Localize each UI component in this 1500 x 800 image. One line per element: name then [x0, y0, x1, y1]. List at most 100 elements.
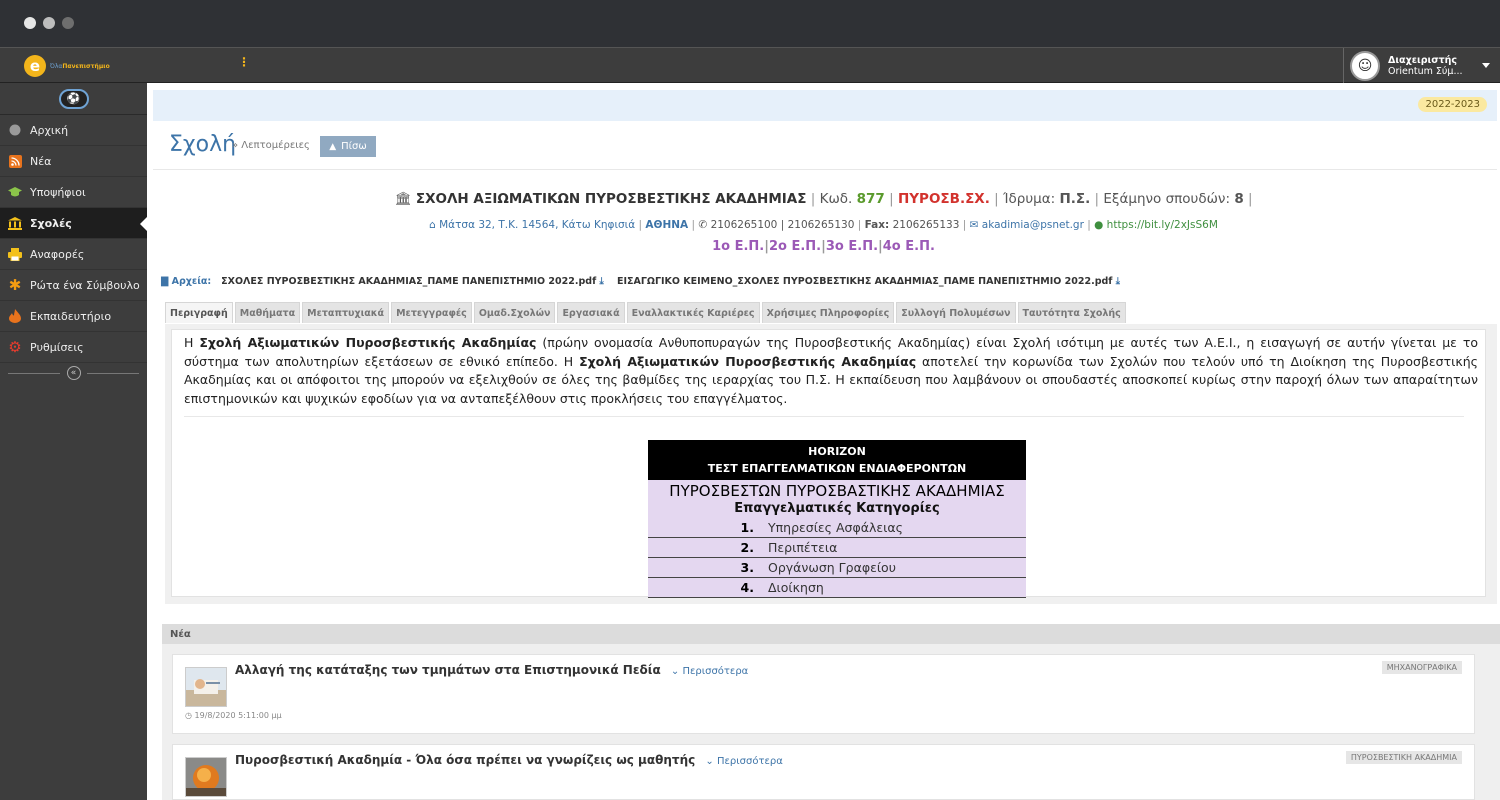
user-role: Διαχειριστής — [1388, 55, 1458, 66]
user-menu[interactable]: ☺ Διαχειριστής Orientum Σύμ... — [1343, 48, 1500, 84]
sidebar-item-reports[interactable]: Αναφορές — [0, 239, 147, 270]
sidebar-item-label: Αναφορές — [30, 247, 85, 261]
description-panel: Η Σχολή Αξιωματικών Πυροσβεστικής Ακαδημ… — [165, 324, 1497, 604]
sidebar-item-label: Ρώτα ένα Σύμβουλο — [30, 278, 140, 292]
download-icon[interactable]: ⤓ — [1116, 276, 1120, 287]
ep-link-1[interactable]: 1ο Ε.Π. — [712, 239, 764, 254]
institution-value: Π.Σ. — [1059, 191, 1091, 207]
school-url[interactable]: https://bit.ly/2xJsS6M — [1107, 219, 1218, 231]
logo-text: Πανεπιστήμιο — [62, 62, 110, 70]
user-avatar: ☺ — [1350, 51, 1380, 81]
tab-alternative-careers[interactable]: Εναλλακτικές Καριέρες — [626, 302, 760, 323]
download-icon[interactable]: ⤓ — [600, 276, 604, 287]
phone-icon: ✆ — [698, 219, 708, 231]
sidebar-item-settings[interactable]: ⚙ Ρυθμίσεις — [0, 332, 147, 363]
sidebar-collapse-row: « — [0, 363, 147, 383]
institution-icon — [8, 216, 22, 230]
sidebar-item-label: Σχολές — [30, 216, 72, 230]
breadcrumb: » Λεπτομέρειες — [232, 140, 310, 151]
shield-icon[interactable]: ⚽ — [58, 88, 89, 109]
window-titlebar — [0, 0, 1500, 47]
sidebar-item-label: Εκπαιδευτήριο — [30, 309, 112, 323]
envelope-icon: ✉ — [969, 219, 979, 231]
school-name: ΣΧΟΛΗ ΑΞΙΩΜΑΤΙΚΩΝ ΠΥΡΟΣΒΕΣΤΙΚΗΣ ΑΚΑΔΗΜΙΑ… — [415, 191, 807, 207]
list-item: 2. Περιπέτεια — [648, 538, 1026, 558]
tab-school-groups[interactable]: Ομαδ.Σχολών — [473, 302, 556, 323]
collapse-icon[interactable]: « — [66, 366, 81, 380]
graduation-cap-icon — [8, 185, 22, 199]
sidebar-item-home[interactable]: Αρχική — [0, 115, 147, 146]
window-maximize-dot[interactable] — [62, 17, 74, 29]
tab-employment[interactable]: Εργασιακά — [557, 302, 625, 323]
ep-link-2[interactable]: 2ο Ε.Π. — [769, 239, 821, 254]
institution-label: Ίδρυμα: — [1002, 191, 1056, 207]
fax-label: Fax: — [864, 219, 890, 231]
school-abbr: ΠΥΡΟΣΒ.ΣΧ. — [897, 191, 990, 207]
globe-icon: ● — [1094, 219, 1104, 231]
tab-description[interactable]: Περιγραφή — [165, 302, 233, 323]
window-close-dot[interactable] — [24, 17, 36, 29]
horizon-subtitle: Επαγγελματικές Κατηγορίες — [734, 501, 940, 516]
divider — [8, 373, 60, 374]
rss-icon — [8, 154, 22, 168]
news-header: Νέα — [162, 624, 1500, 644]
arrow-up-icon: ▲ — [329, 141, 337, 152]
chevron-down-icon: ⌄ — [670, 666, 680, 677]
news-category-badge[interactable]: ΠΥΡΟΣΒΕΣΤΙΚΗ ΑΚΑΔΗΜΙΑ — [1345, 751, 1462, 764]
institution-icon: 🏛 — [394, 191, 412, 207]
description-text: Η Σχολή Αξιωματικών Πυροσβεστικής Ακαδημ… — [184, 335, 1478, 406]
news-thumbnail[interactable] — [185, 667, 227, 707]
menu-dots-icon[interactable]: ⋮ — [238, 55, 250, 69]
more-link[interactable]: ⌄ Περισσότερα — [705, 756, 782, 767]
school-contact: ⌂ Μάτσα 32, Τ.Κ. 14564, Κάτω Κηφισιά | Α… — [429, 219, 1218, 231]
school-code-label: Κωδ. — [819, 191, 853, 207]
logo-text-light: Όλα — [50, 62, 63, 70]
list-item: 3. Οργάνωση Γραφείου — [648, 558, 1026, 578]
school-code: 877 — [856, 191, 885, 207]
divider — [87, 373, 139, 374]
news-thumbnail[interactable] — [185, 757, 227, 797]
print-icon — [8, 247, 22, 261]
tab-courses[interactable]: Μαθήματα — [234, 302, 301, 323]
ep-link-3[interactable]: 3ο Ε.Π. — [826, 239, 878, 254]
more-link[interactable]: ⌄ Περισσότερα — [671, 666, 748, 677]
sidebar-item-candidates[interactable]: Υποψήφιοι — [0, 177, 147, 208]
user-name: Orientum Σύμ... — [1388, 66, 1463, 77]
school-email[interactable]: akadimia@psnet.gr — [982, 219, 1084, 231]
sidebar-item-ask-advisor[interactable]: ✱ Ρώτα ένα Σύμβουλο — [0, 270, 147, 301]
news-item[interactable]: Πυροσβεστική Ακαδημία - Όλα όσα πρέπει ν… — [172, 744, 1475, 800]
tab-transfers[interactable]: Μετεγγραφές — [391, 302, 472, 323]
sidebar-item-training[interactable]: Εκπαιδευτήριο — [0, 301, 147, 332]
file-link-1[interactable]: ΣΧΟΛΕΣ ΠΥΡΟΣΒΕΣΤΙΚΗΣ ΑΚΑΔΗΜΙΑΣ_ΠΑΜΕ ΠΑΝΕ… — [221, 276, 596, 287]
tab-media[interactable]: Συλλογή Πολυμέσων — [896, 302, 1016, 323]
tab-useful-info[interactable]: Χρήσιμες Πληροφορίες — [761, 302, 895, 323]
horizon-header: HORIZON ΤΕΣΤ ΕΠΑΓΓΕΛΜΑΤΙΚΩΝ ΕΝΔΙΑΦΕΡΟΝΤΩ… — [648, 440, 1026, 480]
window-minimize-dot[interactable] — [43, 17, 55, 29]
tab-postgraduate[interactable]: Μεταπτυχιακά — [302, 302, 390, 323]
tab-school-identity[interactable]: Ταυτότητα Σχολής — [1017, 302, 1126, 323]
news-panel: Νέα Αλλαγή της κατάταξης των τμημάτων στ… — [162, 624, 1500, 800]
news-title[interactable]: Πυροσβεστική Ακαδημία - Όλα όσα πρέπει ν… — [235, 753, 783, 767]
file-link-2[interactable]: ΕΙΣΑΓΩΓΙΚΟ ΚΕΙΜΕΝΟ_ΣΧΟΛΕΣ ΠΥΡΟΣΒΕΣΤΙΚΗΣ … — [617, 276, 1112, 287]
main-content: 2022-2023 Σχολή » Λεπτομέρειες ▲ Πίσω 🏛 … — [147, 83, 1500, 800]
gear-icon: ⚙ — [8, 338, 22, 356]
news-category-badge[interactable]: ΜΗΧΑΝΟΓΡΑΦΙΚΑ — [1381, 661, 1462, 674]
news-item[interactable]: Αλλαγή της κατάταξης των τμημάτων στα Επ… — [172, 654, 1475, 734]
back-button-label: Πίσω — [341, 141, 367, 152]
ep-link-4[interactable]: 4ο Ε.Π. — [883, 239, 935, 254]
files-row: ▇ Αρχεία: ΣΧΟΛΕΣ ΠΥΡΟΣΒΕΣΤΙΚΗΣ ΑΚΑΔΗΜΙΑΣ… — [161, 276, 1120, 287]
sidebar-item-schools[interactable]: Σχολές — [0, 208, 148, 239]
app-logo[interactable]: e ΌλαΠανεπιστήμιο — [24, 54, 110, 78]
school-fax: 2106265133 — [892, 219, 960, 231]
chevron-down-icon[interactable] — [1482, 63, 1490, 68]
asterisk-icon: ✱ — [8, 276, 22, 294]
clock-icon: ◷ — [185, 711, 192, 720]
year-badge[interactable]: 2022-2023 — [1418, 97, 1487, 112]
divider — [184, 416, 1464, 417]
news-title[interactable]: Αλλαγή της κατάταξης των τμημάτων στα Επ… — [235, 663, 748, 677]
sidebar-item-label: Αρχική — [30, 123, 69, 137]
school-city: ΑΘΗΝΑ — [645, 219, 689, 231]
back-button[interactable]: ▲ Πίσω — [320, 136, 376, 157]
school-address[interactable]: Μάτσα 32, Τ.Κ. 14564, Κάτω Κηφισιά — [439, 219, 635, 231]
sidebar-item-news[interactable]: Νέα — [0, 146, 147, 177]
